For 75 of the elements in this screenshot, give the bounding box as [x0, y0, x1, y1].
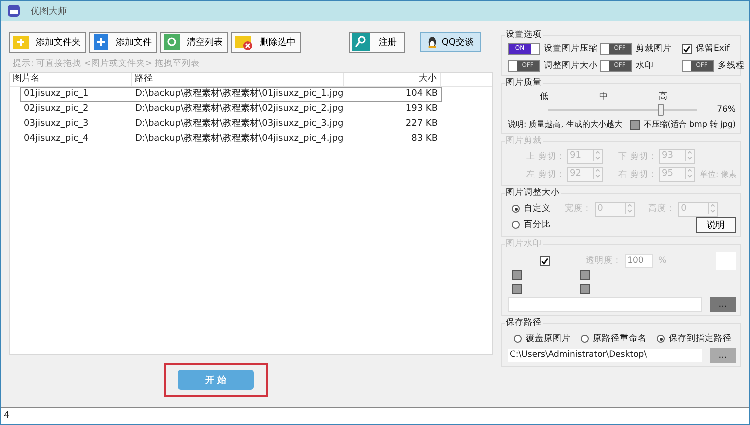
column-header[interactable]: 路径	[132, 73, 344, 86]
register-button[interactable]: 注册	[348, 32, 405, 52]
option-label: 覆盖原图片	[526, 333, 571, 345]
browse-button[interactable]: ...	[710, 348, 736, 363]
quality-note: 说明: 质量越高, 生成的大小越大	[508, 119, 622, 130]
section-title: 图片水印	[505, 238, 543, 250]
section-title: 图片调整大小	[505, 187, 561, 199]
option-label: 调整图片大小	[544, 60, 598, 72]
file-plus-icon	[92, 33, 110, 51]
app-logo-icon	[7, 4, 21, 18]
checkbox[interactable]	[630, 120, 640, 130]
section-title: 设置选项	[505, 29, 543, 41]
field-label: 上 剪切 :	[526, 150, 562, 162]
radio-button[interactable]	[657, 335, 665, 343]
window-title: 优图大师	[31, 6, 67, 18]
radio-button[interactable]	[514, 335, 522, 343]
option-label: 原路径重命名	[593, 333, 647, 345]
table-cell-text: 83 KB	[410, 133, 439, 146]
toolbar-button[interactable]: 添加文件夹	[9, 32, 86, 52]
column-header[interactable]: 图片名	[10, 73, 132, 86]
status-bar: 4	[1, 407, 749, 424]
section-title: 保存路径	[505, 317, 543, 329]
option-label: 多线程	[718, 60, 745, 72]
help-button[interactable]: 说明	[696, 217, 736, 233]
section-title: 图片剪裁	[505, 135, 543, 147]
column-header[interactable]: 大小	[344, 73, 441, 86]
table-cell-text: 01jisuxz_pic_1	[23, 88, 90, 101]
table-cell-text: D:\backup\教程素材\教程素材\03jisuxz_pic_3.jpg	[134, 118, 344, 131]
folder-plus-icon	[12, 33, 30, 51]
section-title: 图片质量	[505, 77, 543, 89]
quality-reading: 76%	[717, 105, 736, 115]
folder-delete-icon	[234, 33, 254, 51]
scale-label: 高	[659, 91, 668, 103]
radio-button[interactable]	[512, 205, 520, 213]
toolbar-button[interactable]: 添加文件	[89, 32, 157, 52]
table-cell-text: 193 KB	[404, 103, 439, 116]
table-cell-text: D:\backup\教程素材\教程素材\04jisuxz_pic_4.jpg	[134, 133, 344, 146]
radio-button[interactable]	[581, 335, 589, 343]
option-label: 剪裁图片	[636, 43, 672, 55]
option-label: 不压缩(适合 bmp 转 jpg)	[644, 119, 736, 130]
percent-label: %	[658, 256, 667, 266]
hint-text: 提示: 可直接拖拽 <图片或文件夹> 拖拽至列表	[12, 58, 202, 71]
field-label: 右 剪切 :	[618, 168, 654, 180]
field-label: 透明度 :	[586, 255, 619, 267]
table-cell-text: 03jisuxz_pic_3	[23, 118, 90, 131]
table-cell-text: 02jisuxz_pic_2	[23, 103, 90, 116]
recycle-icon	[163, 33, 181, 51]
scale-label: 中	[600, 91, 608, 103]
file-row[interactable]: 03jisuxz_pic_3 D:\backup\教程素材\教程素材\03jisuxz_pic_3.jpg 227 KB	[20, 117, 442, 132]
table-cell-text: D:\backup\教程素材\教程素材\01jisuxz_pic_1.jpg	[134, 88, 344, 101]
option-label: 保留Exif	[696, 43, 730, 55]
checkbox[interactable]	[682, 44, 692, 54]
file-row[interactable]: 04jisuxz_pic_4 D:\backup\教程素材\教程素材\04jisuxz_pic_4.jpg 83 KB	[20, 132, 442, 147]
toolbar-button[interactable]: 清空列表	[160, 32, 228, 52]
radio-button[interactable]	[512, 221, 520, 229]
toolbar-button[interactable]: 删除选中	[231, 32, 301, 52]
option-label: 保存到指定路径	[669, 333, 732, 345]
file-row[interactable]: 02jisuxz_pic_2 D:\backup\教程素材\教程素材\02jisuxz_pic_2.jpg 193 KB	[20, 102, 442, 117]
field-label: 左 剪切 :	[526, 168, 562, 180]
slider-thumb[interactable]	[658, 104, 664, 116]
field-label: 下 剪切 :	[618, 150, 654, 162]
save-path-field[interactable]: C:\Users\Administrator\Desktop\	[508, 349, 702, 362]
table-cell-text: 227 KB	[404, 118, 439, 131]
option-label: 水印	[636, 60, 654, 72]
table-cell-text: 04jisuxz_pic_4	[23, 133, 90, 146]
option-label: 百分比	[524, 219, 551, 231]
file-row[interactable]: 01jisuxz_pic_1 D:\backup\教程素材\教程素材\01jisuxz_pic_1.jpg 104 KB	[20, 87, 442, 102]
table-cell-text: D:\backup\教程素材\教程素材\02jisuxz_pic_2.jpg	[134, 103, 344, 116]
penguin-icon	[426, 36, 438, 48]
table-cell-text: 104 KB	[404, 88, 439, 101]
option-label: 自定义	[524, 203, 551, 215]
unit-label: 单位: 像素	[700, 169, 738, 180]
option-label: 设置图片压缩	[544, 43, 598, 55]
scale-label: 低	[540, 91, 549, 103]
qq-chat-button[interactable]: QQ交谈	[420, 32, 481, 52]
